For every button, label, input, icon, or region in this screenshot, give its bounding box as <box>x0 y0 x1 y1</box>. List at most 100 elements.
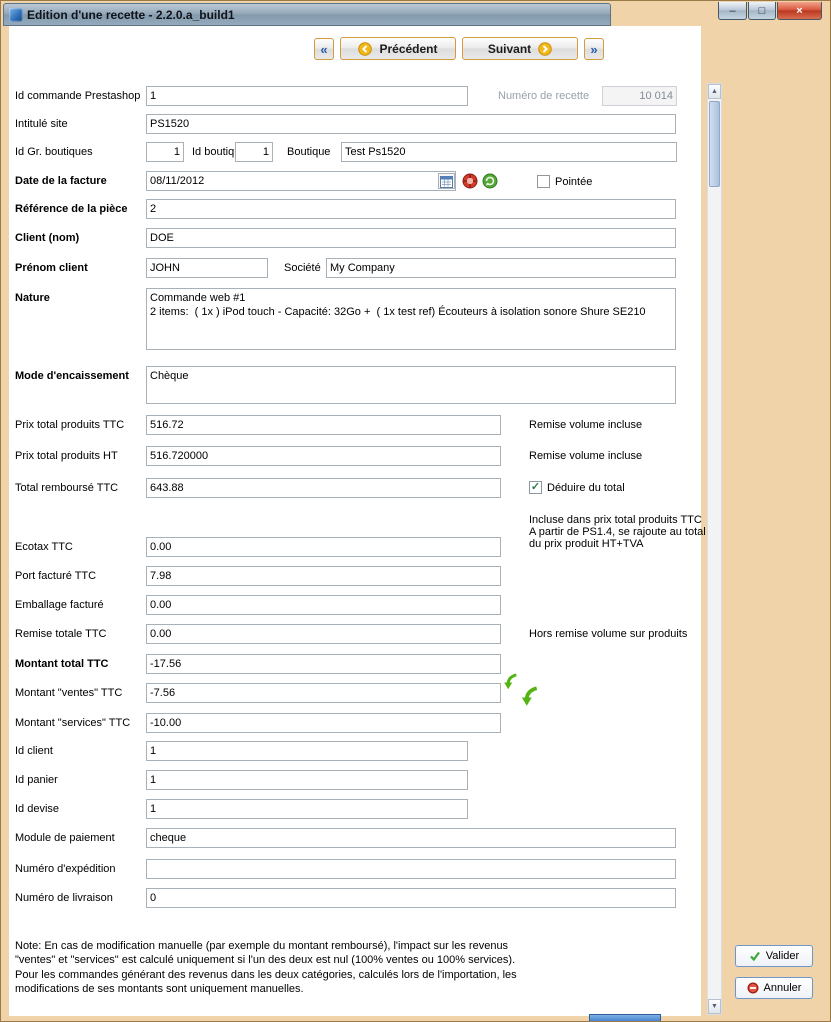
montant-total-field[interactable] <box>146 654 501 674</box>
boutique-label: Boutique <box>287 146 331 158</box>
societe-field[interactable] <box>326 258 676 278</box>
remise-label: Remise totale TTC <box>15 628 107 640</box>
id-client-label: Id client <box>15 745 53 757</box>
remise-field[interactable] <box>146 624 501 644</box>
port-facture-label: Port facturé TTC <box>15 570 97 582</box>
id-panier-field[interactable] <box>146 770 468 790</box>
valider-label: Valider <box>765 950 800 962</box>
total-rembourse-label: Total remboursé TTC <box>15 482 119 494</box>
pointee-label: Pointée <box>555 176 593 188</box>
close-button[interactable]: × <box>777 2 822 20</box>
total-rembourse-field[interactable] <box>146 478 501 498</box>
valider-button[interactable]: Valider <box>735 945 813 967</box>
prix-ttc-label: Prix total produits TTC <box>15 419 125 431</box>
emballage-field[interactable] <box>146 595 501 615</box>
client-nom-field[interactable] <box>146 228 676 248</box>
reference-piece-label: Référence de la pièce <box>15 203 128 215</box>
date-facture-field[interactable] <box>146 171 456 191</box>
montant-ventes-field[interactable] <box>146 683 501 703</box>
id-gr-boutiques-field[interactable] <box>146 142 184 162</box>
minimize-button[interactable]: – <box>718 2 747 20</box>
check-icon <box>749 951 760 962</box>
app-icon <box>9 7 23 22</box>
green-arrow-icon[interactable] <box>501 673 519 691</box>
prix-ht-label: Prix total produits HT <box>15 450 118 462</box>
id-boutique-field[interactable] <box>235 142 273 162</box>
societe-label: Société <box>284 262 321 274</box>
titlebar[interactable]: Edition d'une recette - 2.2.0.a_build1 <box>3 3 611 26</box>
bottom-note: Note: En cas de modification manuelle (p… <box>15 940 517 995</box>
double-chevron-left-icon: « <box>320 41 328 57</box>
green-arrow-icon[interactable] <box>518 685 540 709</box>
ecotax-label: Ecotax TTC <box>15 541 73 553</box>
refresh-date-icon[interactable] <box>482 173 498 189</box>
clear-date-icon[interactable] <box>462 173 478 189</box>
deduire-label: Déduire du total <box>547 482 625 494</box>
module-paiement-label: Module de paiement <box>15 832 115 844</box>
calendar-picker-button[interactable] <box>438 173 455 189</box>
id-devise-label: Id devise <box>15 803 60 815</box>
next-label: Suivant <box>487 41 532 56</box>
numero-expedition-field[interactable] <box>146 859 676 879</box>
id-client-field[interactable] <box>146 741 468 761</box>
scroll-up-icon: ▲ <box>711 88 718 95</box>
intitule-site-label: Intitulé site <box>15 118 68 130</box>
boutique-field[interactable] <box>341 142 677 162</box>
id-devise-field[interactable] <box>146 799 468 819</box>
prix-ttc-field[interactable] <box>146 415 501 435</box>
id-commande-field[interactable] <box>146 86 468 106</box>
window-title: Edition d'une recette - 2.2.0.a_build1 <box>27 7 235 22</box>
emballage-label: Emballage facturé <box>15 599 104 611</box>
intitule-site-field[interactable] <box>146 114 676 134</box>
numero-livraison-label: Numéro de livraison <box>15 892 113 904</box>
scroll-up-button[interactable]: ▲ <box>708 84 721 99</box>
mode-encaissement-field[interactable]: Chèque <box>146 366 676 404</box>
calendar-icon <box>440 175 453 188</box>
cancel-icon <box>747 982 759 994</box>
previous-label: Précédent <box>379 41 438 56</box>
prix-ht-note: Remise volume incluse <box>529 450 643 462</box>
chevron-left-icon <box>358 41 373 56</box>
first-record-button[interactable]: « <box>314 38 334 60</box>
double-chevron-right-icon: » <box>590 41 598 57</box>
vertical-scrollbar[interactable]: ▲ ▼ <box>707 83 722 1015</box>
prix-ttc-note: Remise volume incluse <box>529 419 643 431</box>
numero-recette-field <box>602 86 677 106</box>
reference-piece-field[interactable] <box>146 199 676 219</box>
mode-encaissement-label: Mode d'encaissement <box>15 370 129 382</box>
numero-recette-label: Numéro de recette <box>498 90 590 102</box>
numero-livraison-field[interactable] <box>146 888 676 908</box>
nature-field[interactable]: Commande web #1 2 items: ( 1x ) iPod tou… <box>146 288 676 350</box>
montant-services-label: Montant "services" TTC <box>15 717 131 729</box>
deduire-checkbox[interactable]: ✓ <box>529 481 542 494</box>
montant-services-field[interactable] <box>146 713 501 733</box>
last-record-button[interactable]: » <box>584 38 604 60</box>
id-panier-label: Id panier <box>15 774 58 786</box>
montant-total-label: Montant total TTC <box>15 658 109 670</box>
module-paiement-field[interactable] <box>146 828 676 848</box>
id-gr-boutiques-label: Id Gr. boutiques <box>15 146 93 158</box>
scroll-thumb[interactable] <box>709 101 720 187</box>
nature-label: Nature <box>15 292 50 304</box>
next-button[interactable]: Suivant <box>462 37 578 60</box>
previous-button[interactable]: Précédent <box>340 37 456 60</box>
prix-ht-field[interactable] <box>146 446 501 466</box>
recipe-edit-window: Edition d'une recette - 2.2.0.a_build1 –… <box>0 0 831 1022</box>
id-commande-label: Id commande Prestashop <box>15 90 141 102</box>
ecotax-field[interactable] <box>146 537 501 557</box>
chevron-right-icon <box>538 41 552 56</box>
maximize-button[interactable]: □ <box>748 2 776 20</box>
date-facture-label: Date de la facture <box>15 175 107 187</box>
montant-ventes-label: Montant "ventes" TTC <box>15 687 123 699</box>
annuler-button[interactable]: Annuler <box>735 977 813 999</box>
background-window-fragment <box>589 1014 661 1021</box>
numero-expedition-label: Numéro d'expédition <box>15 863 116 875</box>
pointee-checkbox[interactable] <box>537 175 550 188</box>
client-nom-label: Client (nom) <box>15 232 80 244</box>
port-facture-field[interactable] <box>146 566 501 586</box>
ecotax-info-text: Incluse dans prix total produits TTC A p… <box>529 514 706 550</box>
prenom-client-field[interactable] <box>146 258 268 278</box>
scroll-down-button[interactable]: ▼ <box>708 999 721 1014</box>
window-controls: – □ × <box>718 2 822 20</box>
annuler-label: Annuler <box>763 982 802 994</box>
